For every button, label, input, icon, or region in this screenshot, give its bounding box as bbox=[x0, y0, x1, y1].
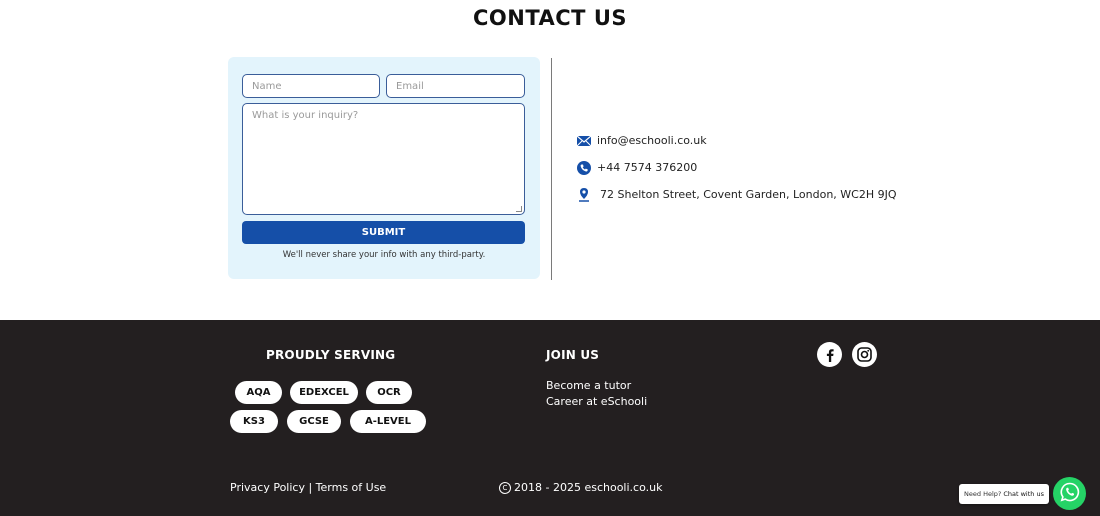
name-input[interactable]: Name bbox=[242, 74, 380, 98]
board-pill-a-level[interactable]: A-LEVEL bbox=[350, 410, 426, 433]
copyright-text: 2018 - 2025 eschooli.co.uk bbox=[514, 481, 663, 494]
chat-prompt-bubble[interactable]: Need Help? Chat with us bbox=[959, 484, 1049, 504]
submit-button[interactable]: SUBMIT bbox=[242, 221, 525, 244]
inquiry-textarea[interactable]: What is your inquiry? bbox=[242, 103, 525, 215]
contact-phone-text: +44 7574 376200 bbox=[597, 161, 698, 174]
chat-prompt: Need Help? bbox=[964, 490, 1002, 498]
privacy-note: We'll never share your info with any thi… bbox=[282, 250, 486, 260]
contact-email[interactable]: info@eschooli.co.uk bbox=[576, 133, 707, 148]
copyright-icon: C bbox=[499, 481, 511, 494]
serving-heading: PROUDLY SERVING bbox=[266, 348, 396, 362]
join-heading: JOIN US bbox=[546, 348, 600, 362]
chat-action: Chat with us bbox=[1003, 490, 1044, 498]
location-pin-icon bbox=[576, 187, 591, 202]
email-input[interactable]: Email bbox=[386, 74, 525, 98]
board-pill-edexcel[interactable]: EDEXCEL bbox=[290, 381, 358, 404]
contact-form: Name Email What is your inquiry? SUBMIT … bbox=[228, 57, 540, 279]
site-footer: PROUDLY SERVING AQA EDEXCEL OCR KS3 GCSE… bbox=[0, 320, 1100, 516]
board-pill-aqa[interactable]: AQA bbox=[235, 381, 282, 404]
inquiry-placeholder: What is your inquiry? bbox=[252, 110, 359, 121]
career-link[interactable]: Career at eSchooli bbox=[546, 395, 647, 408]
legal-links[interactable]: Privacy Policy | Terms of Use bbox=[230, 481, 386, 494]
copyright: C 2018 - 2025 eschooli.co.uk bbox=[499, 481, 662, 494]
phone-icon bbox=[576, 160, 591, 175]
board-pill-ks3[interactable]: KS3 bbox=[230, 410, 278, 433]
resize-handle[interactable] bbox=[516, 206, 522, 212]
whatsapp-chat-button[interactable] bbox=[1053, 477, 1086, 510]
facebook-icon[interactable] bbox=[817, 342, 842, 367]
contact-email-text: info@eschooli.co.uk bbox=[597, 134, 707, 147]
section-divider bbox=[551, 58, 552, 280]
instagram-icon[interactable] bbox=[852, 342, 877, 367]
contact-address-text: 72 Shelton Street, Covent Garden, London… bbox=[600, 188, 897, 201]
board-pill-gcse[interactable]: GCSE bbox=[287, 410, 341, 433]
contact-phone[interactable]: +44 7574 376200 bbox=[576, 160, 697, 175]
become-tutor-link[interactable]: Become a tutor bbox=[546, 379, 631, 392]
page-title: CONTACT US bbox=[472, 6, 627, 30]
envelope-icon bbox=[576, 133, 591, 148]
contact-address: 72 Shelton Street, Covent Garden, London… bbox=[576, 187, 897, 202]
whatsapp-icon bbox=[1060, 482, 1080, 506]
board-pill-ocr[interactable]: OCR bbox=[366, 381, 412, 404]
